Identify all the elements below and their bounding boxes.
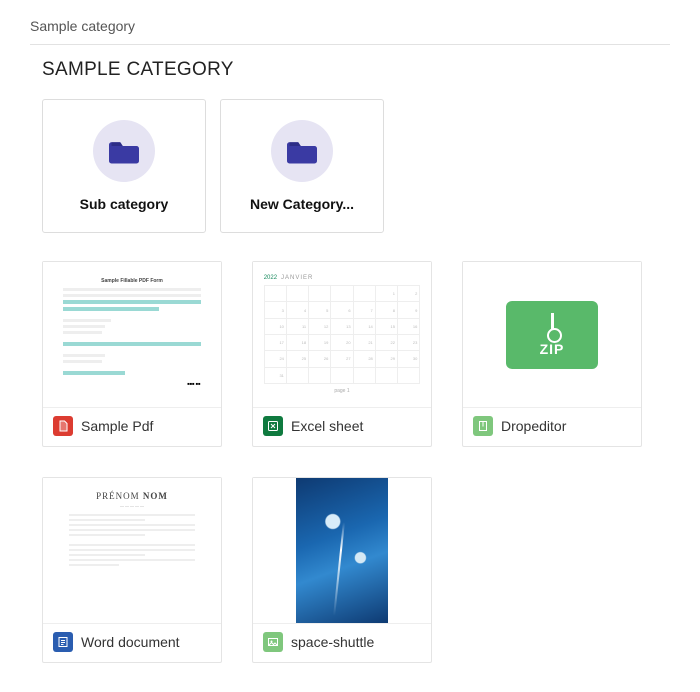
archive-icon (473, 416, 493, 436)
file-label: Sample Pdf (81, 418, 153, 434)
thumb-name: PRÉNOM NOM (69, 491, 195, 501)
thumb-zip-label: ZIP (540, 341, 565, 357)
breadcrumb[interactable]: Sample category (30, 14, 670, 45)
file-card-image[interactable]: space-shuttle (252, 477, 432, 663)
thumb-month: JANVIER (281, 275, 313, 281)
file-label: Word document (81, 634, 180, 650)
file-card-zip[interactable]: ZIP Dropeditor (462, 261, 642, 447)
thumb-title: Sample Fillable PDF Form (63, 278, 200, 285)
word-icon (53, 632, 73, 652)
file-card-excel[interactable]: 2022 JANVIER 12 3456789 10111213141516 1… (252, 261, 432, 447)
category-label: New Category... (250, 196, 354, 212)
file-thumbnail (253, 478, 431, 624)
file-thumbnail: 2022 JANVIER 12 3456789 10111213141516 1… (253, 262, 431, 408)
folder-icon (271, 120, 333, 182)
category-card[interactable]: New Category... (220, 99, 384, 233)
file-card-pdf[interactable]: Sample Fillable PDF Form ■■■ ■■ Sample P… (42, 261, 222, 447)
thumb-year: 2022 (264, 275, 277, 281)
category-card[interactable]: Sub category (42, 99, 206, 233)
folder-icon (93, 120, 155, 182)
file-card-word[interactable]: PRÉNOM NOM — — — — — Word document (42, 477, 222, 663)
page-title: SAMPLE CATEGORY (42, 59, 670, 81)
file-thumbnail: PRÉNOM NOM — — — — — (43, 478, 221, 624)
image-icon (263, 632, 283, 652)
file-label: Dropeditor (501, 418, 566, 434)
category-grid: Sub category New Category... (42, 99, 670, 233)
excel-icon (263, 416, 283, 436)
file-thumbnail: Sample Fillable PDF Form ■■■ ■■ (43, 262, 221, 408)
file-label: space-shuttle (291, 634, 374, 650)
thumb-page: page 1 (264, 388, 421, 394)
file-label: Excel sheet (291, 418, 363, 434)
category-label: Sub category (80, 196, 169, 212)
file-thumbnail: ZIP (463, 262, 641, 408)
zip-icon (551, 313, 554, 337)
breadcrumb-current: Sample category (30, 18, 135, 34)
pdf-icon (53, 416, 73, 436)
file-grid: Sample Fillable PDF Form ■■■ ■■ Sample P… (42, 261, 670, 663)
